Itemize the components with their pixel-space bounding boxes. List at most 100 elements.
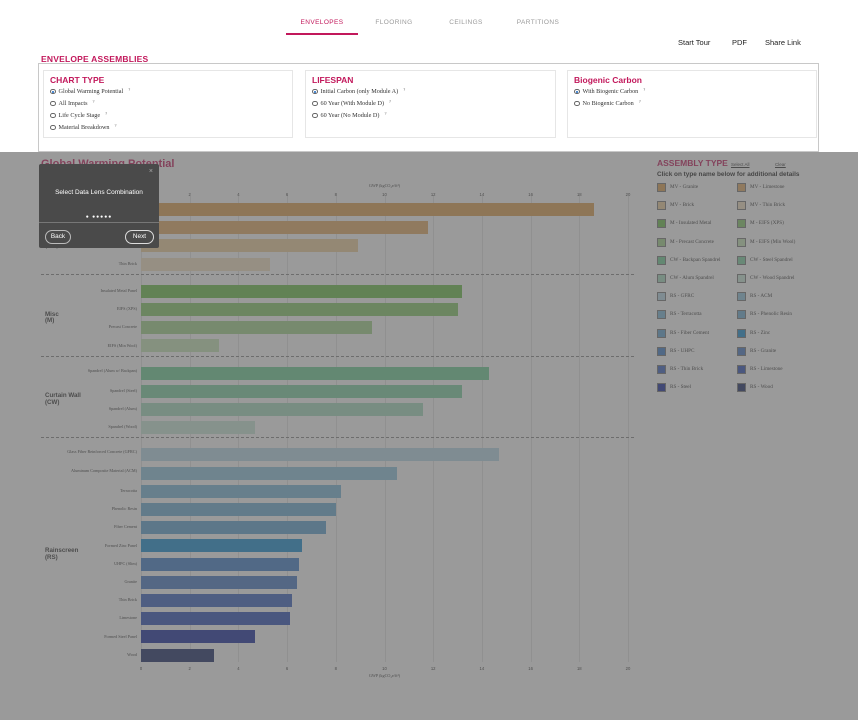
help-icon[interactable]: ? [93,99,95,104]
share-link[interactable]: Share Link [765,38,801,47]
legend-label[interactable]: MV - Limestone [750,183,784,190]
radio-icon[interactable] [50,88,56,95]
legend-item[interactable]: CW - Alum Spandrel [657,274,737,283]
tab-ceilings[interactable]: CEILINGS [430,19,502,26]
legend-swatch[interactable] [737,183,746,192]
chart-bar[interactable] [141,630,256,644]
legend-item[interactable]: RS - Terracotta [657,310,737,320]
legend-item[interactable]: RS - Limestone [737,365,817,374]
legend-item[interactable]: RS - Steel [657,383,737,393]
legend-label[interactable]: CW - Steel Spandrel [750,256,793,263]
legend-swatch[interactable] [737,219,746,229]
chart-bar[interactable] [141,648,215,662]
legend-label[interactable]: CW - Backpan Spandrel [670,256,720,263]
legend-swatch[interactable] [657,274,666,283]
chart-bar[interactable] [141,366,490,380]
legend-swatch[interactable] [737,328,746,338]
legend-swatch[interactable] [657,328,666,338]
help-icon[interactable]: ? [389,99,391,104]
radio-gwp[interactable]: Global Warming Potential? [50,87,130,95]
legend-label[interactable]: M - EIFS (Min Wool) [750,238,795,245]
chart-bar[interactable] [141,403,424,416]
legend-swatch[interactable] [737,383,746,393]
chart-bar[interactable] [141,339,219,353]
radio-material-breakdown[interactable]: Material Breakdown? [50,123,117,131]
legend-swatch[interactable] [737,346,746,356]
legend-item[interactable]: RS - UHPC [657,346,737,356]
legend-swatch[interactable] [657,183,666,192]
legend-label[interactable]: RS - Fiber Cement [670,329,709,336]
help-icon[interactable]: ? [643,87,645,92]
legend-label[interactable]: CW - Alum Spandrel [670,274,714,281]
legend-item[interactable]: RS - Granite [737,346,817,356]
chart-bar[interactable] [141,257,271,271]
radio-icon[interactable] [574,88,580,95]
chart-bar[interactable] [141,284,463,298]
tab-partitions[interactable]: PARTITIONS [502,19,574,26]
legend-swatch[interactable] [737,237,746,247]
chart-bar[interactable] [141,466,397,480]
legend-swatch[interactable] [737,255,746,265]
chart-bar[interactable] [141,557,300,571]
legend-swatch[interactable] [737,365,746,374]
chart-bar[interactable] [141,575,297,589]
legend-item[interactable]: MV - Thin Brick [737,201,817,211]
legend-label[interactable]: M - Insulated Metal [670,219,711,226]
legend-label[interactable]: RS - Terracotta [670,310,702,317]
chart-bar[interactable] [141,521,327,535]
legend-item[interactable]: MV - Limestone [737,183,817,192]
legend-swatch[interactable] [657,237,666,247]
radio-icon[interactable] [312,88,318,95]
legend-item[interactable]: RS - Wood [737,383,817,393]
legend-item[interactable]: RS - Fiber Cement [657,328,737,338]
radio-initial-carbon[interactable]: Initial Carbon (only Module A)? [312,87,405,95]
help-icon[interactable]: ? [403,87,405,92]
legend-label[interactable]: MV - Thin Brick [750,201,785,208]
legend-swatch[interactable] [737,274,746,283]
radio-icon[interactable] [312,100,318,107]
legend-item[interactable]: CW - Steel Spandrel [737,255,817,265]
legend-item[interactable]: CW - Wood Spandrel [737,274,817,283]
radio-icon[interactable] [574,100,580,107]
help-icon[interactable]: ? [128,87,130,92]
help-icon[interactable]: ? [115,123,117,128]
legend-item[interactable]: RS - Phenolic Resin [737,310,817,320]
tour-next-button[interactable]: Next [125,230,154,244]
legend-item[interactable]: MV - Brick [657,201,737,211]
legend-label[interactable]: RS - Limestone [750,365,783,372]
legend-swatch[interactable] [737,310,746,320]
legend-item[interactable]: RS - ACM [737,292,817,302]
radio-life-cycle[interactable]: Life Cycle Stage? [50,111,107,119]
radio-60yr-with-d[interactable]: 60 Year (With Module D)? [312,99,391,107]
help-icon[interactable]: ? [639,99,641,104]
close-icon[interactable]: × [149,168,153,175]
tour-back-button[interactable]: Back [45,230,71,244]
chart-bar[interactable] [141,539,302,553]
legend-swatch[interactable] [657,201,666,211]
help-icon[interactable]: ? [105,111,107,116]
legend-swatch[interactable] [657,255,666,265]
legend-item[interactable]: M - Insulated Metal [657,219,737,229]
legend-swatch[interactable] [657,346,666,356]
radio-with-biogenic[interactable]: With Biogenic Carbon? [574,87,645,95]
legend-swatch[interactable] [737,201,746,211]
radio-icon[interactable] [50,100,56,107]
legend-swatch[interactable] [737,292,746,302]
legend-label[interactable]: RS - GFRC [670,292,694,299]
legend-label[interactable]: RS - Thin Brick [670,365,703,372]
clear-link[interactable]: Clear [775,162,786,167]
chart-bar[interactable] [141,484,341,498]
legend-item[interactable]: RS - Zinc [737,328,817,338]
legend-label[interactable]: MV - Granite [670,183,698,190]
legend-label[interactable]: CW - Wood Spandrel [750,274,795,281]
legend-label[interactable]: M - Precast Concrete [670,238,714,245]
legend-swatch[interactable] [657,365,666,374]
legend-label[interactable]: RS - ACM [750,292,772,299]
legend-label[interactable]: RS - Phenolic Resin [750,310,792,317]
legend-swatch[interactable] [657,383,666,393]
radio-icon[interactable] [50,124,56,131]
legend-label[interactable]: M - EIFS (XPS) [750,219,784,226]
legend-swatch[interactable] [657,310,666,320]
legend-label[interactable]: MV - Brick [670,201,694,208]
legend-label[interactable]: RS - Granite [750,347,776,354]
